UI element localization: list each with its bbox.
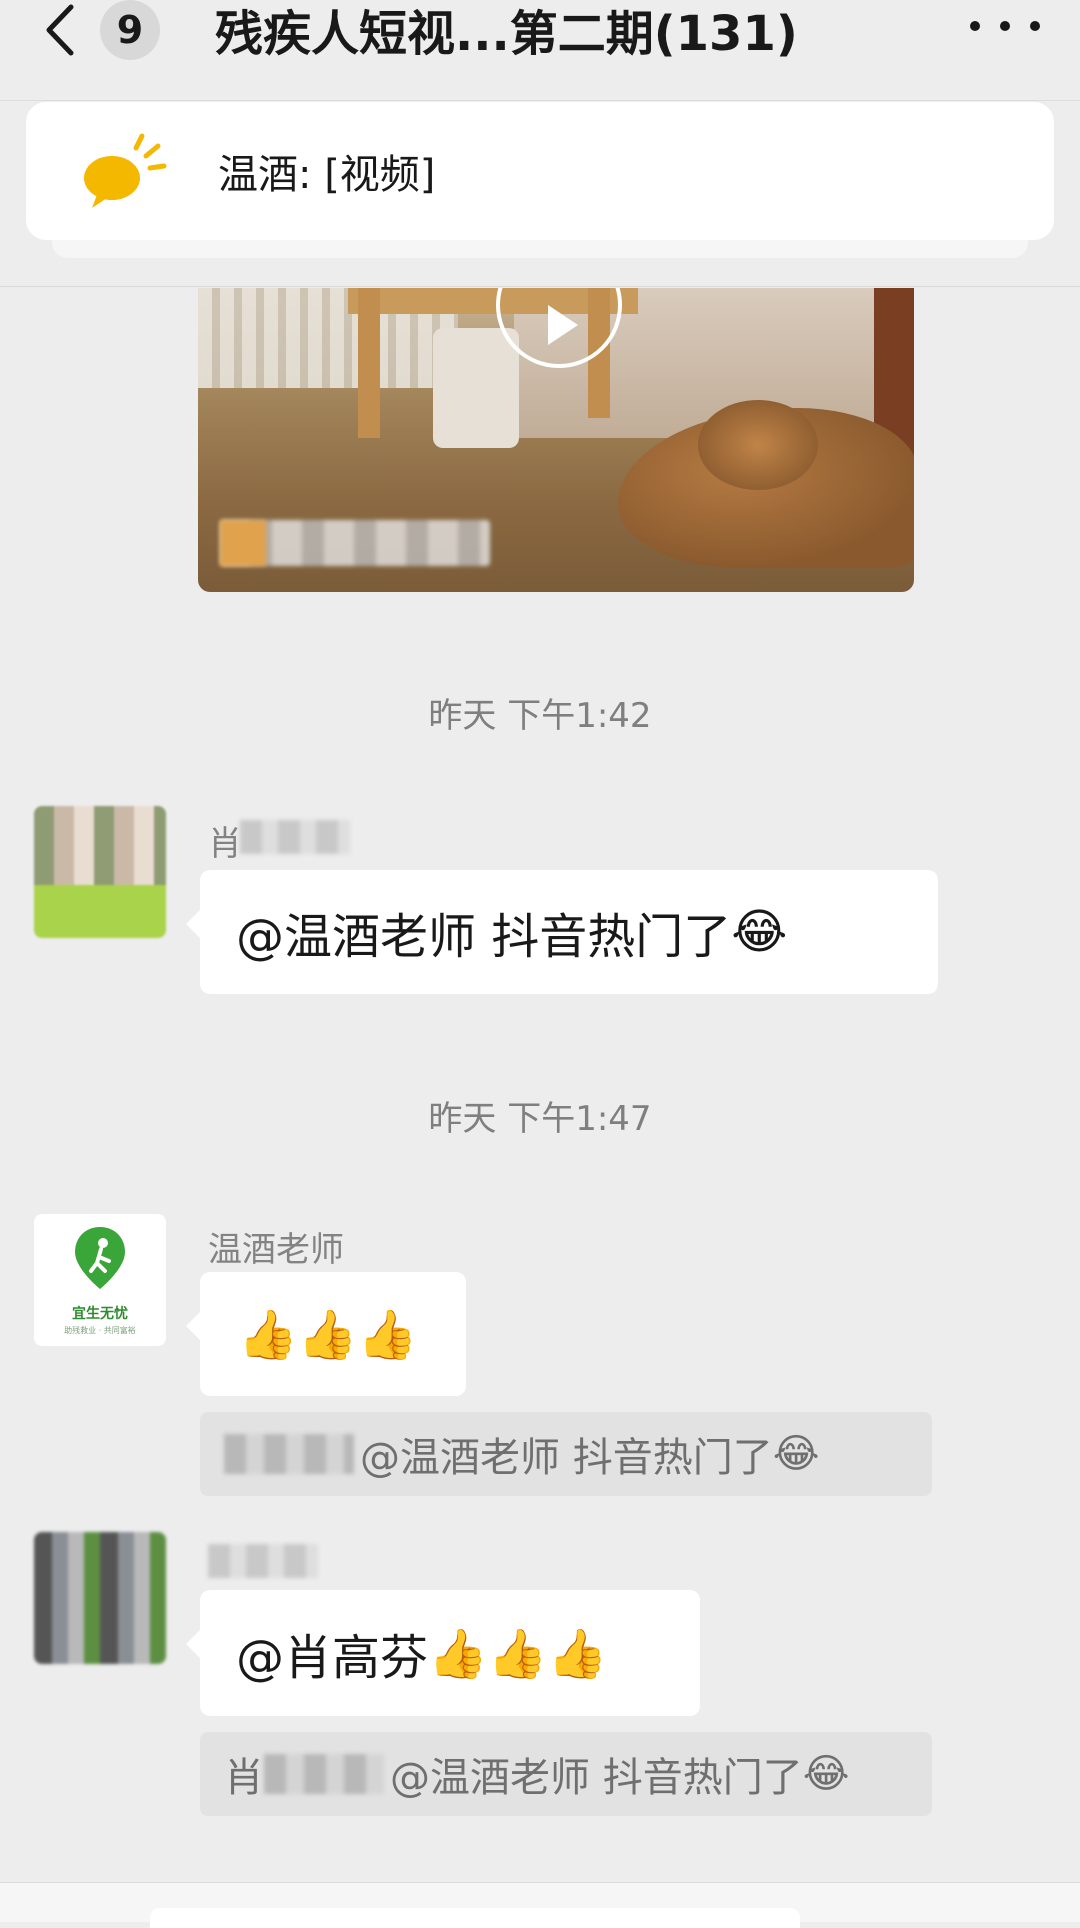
notice-text: 温酒: [视频] [218, 152, 436, 198]
sender-name: 肖 [208, 824, 242, 864]
dot-icon [1000, 21, 1010, 31]
video-message[interactable] [198, 288, 914, 592]
video-scene [433, 328, 519, 448]
sender-name-blurred [208, 1544, 318, 1578]
message-text: @肖高芬 [236, 1630, 429, 1686]
sender-name-blurred [240, 820, 350, 854]
avatar[interactable] [34, 1532, 166, 1664]
more-options-button[interactable] [970, 6, 1040, 46]
quoted-message[interactable]: 肖 @温酒老师 抖音热门了 😂 [200, 1732, 932, 1816]
message-text: @温酒老师 抖音热门了 [236, 909, 732, 965]
logo-pin-icon [75, 1226, 125, 1289]
avatar[interactable] [34, 806, 166, 938]
video-scene [358, 288, 380, 438]
thumbs-up-emoji-icon: 👍👍👍 [238, 1306, 418, 1363]
quoted-sender-blurred [224, 1434, 354, 1474]
back-button[interactable]: 9 [40, 0, 190, 60]
thumbs-up-emoji-icon: 👍👍👍 [428, 1625, 608, 1682]
chevron-left-icon [40, 3, 80, 57]
laughing-emoji-icon: 😂 [731, 904, 788, 960]
message-bubble[interactable]: 👍👍👍 [186, 1272, 466, 1396]
video-scene [698, 400, 818, 490]
divider [0, 286, 1080, 287]
quoted-message[interactable]: @温酒老师 抖音热门了 😂 [200, 1412, 932, 1496]
timestamp: 昨天 下午1:47 [428, 1099, 652, 1139]
chat-title: 残疾人短视...第二期(131) [215, 6, 798, 62]
blurred-watermark-logo [220, 520, 266, 566]
unread-count-badge: 9 [100, 0, 160, 60]
quoted-text: @温酒老师 抖音热门了 [360, 1435, 773, 1481]
message-bubble[interactable]: @温酒老师 抖音热门了 😂 [186, 870, 938, 994]
quoted-sender-initial: 肖 [224, 1755, 264, 1801]
message-input[interactable] [150, 1908, 800, 1928]
chat-header: 9 残疾人短视...第二期(131) [0, 0, 1080, 101]
message-bubble[interactable]: @肖高芬 👍👍👍 [186, 1590, 700, 1716]
quoted-sender-blurred [264, 1754, 384, 1794]
quoted-text: @温酒老师 抖音热门了 [390, 1755, 803, 1801]
avatar[interactable]: 宜生无忧 助残救业 · 共同富裕 [34, 1214, 166, 1346]
dot-icon [1030, 21, 1040, 31]
sender-name: 温酒老师 [208, 1230, 344, 1270]
avatar-logo-text: 宜生无忧 [72, 1305, 128, 1322]
laughing-emoji-icon: 😂 [772, 1431, 820, 1477]
laughing-emoji-icon: 😂 [802, 1751, 850, 1797]
speech-bubble-icon [84, 133, 167, 208]
dot-icon [970, 21, 980, 31]
avatar-logo-subtext: 助残救业 · 共同富裕 [64, 1325, 136, 1335]
pinned-notice[interactable]: 温酒: [视频] [26, 102, 1054, 240]
timestamp: 昨天 下午1:42 [428, 696, 652, 736]
